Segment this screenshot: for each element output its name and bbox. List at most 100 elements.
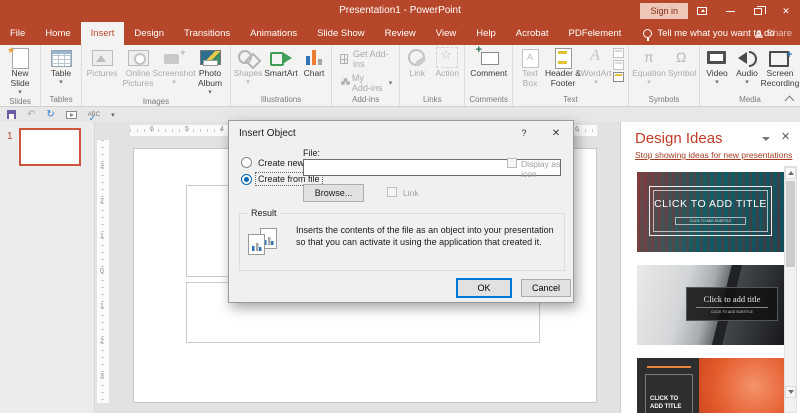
dialog-close-button[interactable]: ✕ [541, 121, 571, 145]
group-symbols: Equation ▾ Symbol Symbols [629, 45, 700, 106]
h-ruler-number: 4 [220, 126, 224, 133]
design-idea-thumbnail-1[interactable]: CLICK TO ADD TITLE CLICK TO ADD SUBTITLE [637, 172, 784, 252]
share-button[interactable]: Share [754, 22, 792, 45]
chart-button[interactable]: Chart [299, 45, 329, 79]
h-ruler-number: 6 [150, 126, 154, 133]
comment-button[interactable]: Comment [470, 44, 508, 79]
slide-1-thumbnail[interactable] [19, 128, 81, 166]
photo-album-button[interactable]: Photo Album ▾ [192, 45, 228, 96]
dialog-help-button[interactable]: ? [509, 121, 539, 145]
v-ruler-number: 3 [100, 373, 104, 380]
design-idea-thumbnail-2[interactable]: Click to add title CLICK TO ADD SUBTITLE [637, 265, 784, 345]
tab-slide-show[interactable]: Slide Show [307, 22, 375, 45]
tab-insert[interactable]: Insert [80, 22, 125, 45]
tab-review[interactable]: Review [375, 22, 426, 45]
get-add-ins-button: Get Add-ins [334, 45, 397, 69]
save-icon[interactable] [7, 110, 16, 119]
wordart-button: WordArt ▾ [580, 45, 612, 86]
panel-dropdown-icon[interactable] [761, 135, 770, 143]
start-from-beginning-icon[interactable] [65, 110, 77, 119]
design-ideas-title: Design Ideas [635, 130, 723, 147]
design-idea-thumbnail-3[interactable]: CLICK TO ADD TITLE [637, 358, 784, 413]
v-ruler-number: 1 [100, 303, 104, 310]
symbol-button: Symbol [667, 45, 697, 79]
group-label-symbols: Symbols [648, 95, 680, 104]
browse-button[interactable]: Browse... [303, 184, 364, 202]
dropdown-caret-icon: ▾ [172, 78, 176, 86]
dropdown-caret-icon: ▾ [647, 78, 651, 86]
ok-button[interactable]: OK [457, 279, 511, 297]
sign-in-button[interactable]: Sign in [640, 3, 688, 19]
dropdown-caret-icon: ▾ [594, 78, 598, 86]
v-ruler-number: 1 [100, 233, 104, 240]
thumbnail-title: CLICK TO ADD TITLE [654, 197, 767, 210]
table-button[interactable]: Table ▾ [43, 45, 79, 86]
v-ruler-number: 3 [100, 163, 104, 170]
audio-button[interactable]: Audio ▾ [732, 45, 762, 86]
new-slide-button[interactable]: New Slide ▾ [2, 45, 38, 96]
dropdown-caret-icon: ▾ [18, 88, 22, 96]
stop-showing-ideas-link[interactable]: Stop showing ideas for new presentations [635, 150, 792, 160]
link-icon [404, 48, 430, 68]
comment-label: Comment [470, 68, 508, 78]
group-links: Link Action Links [400, 45, 466, 106]
page-icon [248, 234, 265, 255]
group-media: Video ▾ Audio ▾ Screen Recording Media [700, 45, 800, 106]
tab-acrobat[interactable]: Acrobat [506, 22, 559, 45]
online-pictures-button: Online Pictures [120, 45, 156, 89]
wordart-label: WordArt [580, 68, 612, 78]
restore-button[interactable] [744, 0, 772, 22]
tab-transitions[interactable]: Transitions [174, 22, 240, 45]
redo-icon[interactable]: ↻ [46, 109, 54, 120]
tell-me-box[interactable]: Tell me what you want to do [631, 22, 775, 45]
tab-design[interactable]: Design [124, 22, 174, 45]
panel-scrollbar[interactable] [784, 166, 797, 413]
action-icon [434, 47, 460, 68]
tab-help[interactable]: Help [466, 22, 506, 45]
symbol-label: Symbol [667, 68, 697, 78]
embed-object-icon [246, 228, 282, 258]
title-bar: Presentation1 - PowerPoint Sign in ✕ [0, 0, 800, 22]
equation-button: Equation ▾ [631, 45, 667, 86]
screen-recording-button[interactable]: Screen Recording [761, 45, 800, 89]
tab-pdfelement[interactable]: PDFelement [559, 22, 632, 45]
group-label-text: Text [563, 95, 578, 104]
tab-animations[interactable]: Animations [240, 22, 307, 45]
create-from-file-radio[interactable] [241, 174, 252, 185]
get-add-ins-icon [339, 53, 349, 65]
tab-home[interactable]: Home [35, 22, 80, 45]
date-time-icon [613, 48, 624, 58]
file-label: File: [303, 148, 321, 158]
dropdown-caret-icon: ▾ [59, 78, 63, 86]
scroll-up-icon[interactable] [785, 167, 796, 179]
slide-number: 1 [7, 131, 13, 142]
object-icon[interactable] [613, 72, 624, 82]
dropdown-caret-icon: ▾ [745, 78, 749, 86]
comment-icon [476, 44, 502, 68]
ribbon-display-options-button[interactable] [688, 0, 716, 22]
scroll-down-icon[interactable] [785, 386, 796, 398]
shapes-button: Shapes ▾ [233, 45, 263, 86]
create-new-label[interactable]: Create new [258, 158, 304, 168]
tab-file[interactable]: File [0, 22, 35, 45]
video-button[interactable]: Video ▾ [702, 45, 732, 86]
create-new-radio[interactable] [241, 157, 252, 168]
minimize-button[interactable] [716, 0, 744, 22]
spelling-icon[interactable]: ABC [88, 112, 100, 123]
cancel-button[interactable]: Cancel [521, 279, 571, 297]
header-footer-button[interactable]: Header & Footer [545, 45, 581, 89]
action-label: Action [435, 68, 460, 78]
display-as-icon-checkbox [507, 158, 517, 168]
window-close-button[interactable]: ✕ [772, 0, 800, 22]
smartart-button[interactable]: SmartArt [263, 45, 299, 79]
equation-label: Equation [632, 68, 666, 78]
scrollbar-thumb[interactable] [786, 181, 795, 267]
collapse-ribbon-icon[interactable] [786, 94, 794, 102]
customize-qat-icon[interactable]: ▾ [111, 111, 115, 119]
ribbon-tab-bar: File Home Insert Design Transitions Anim… [0, 22, 800, 45]
result-label: Result [248, 208, 280, 218]
group-add-ins: Get Add-ins My Add-ins ▾ Add-ins [332, 45, 401, 106]
panel-close-icon[interactable]: ✕ [781, 130, 790, 143]
tab-view[interactable]: View [426, 22, 466, 45]
group-text: Text Box Header & Footer WordArt ▾ Text [513, 45, 629, 106]
